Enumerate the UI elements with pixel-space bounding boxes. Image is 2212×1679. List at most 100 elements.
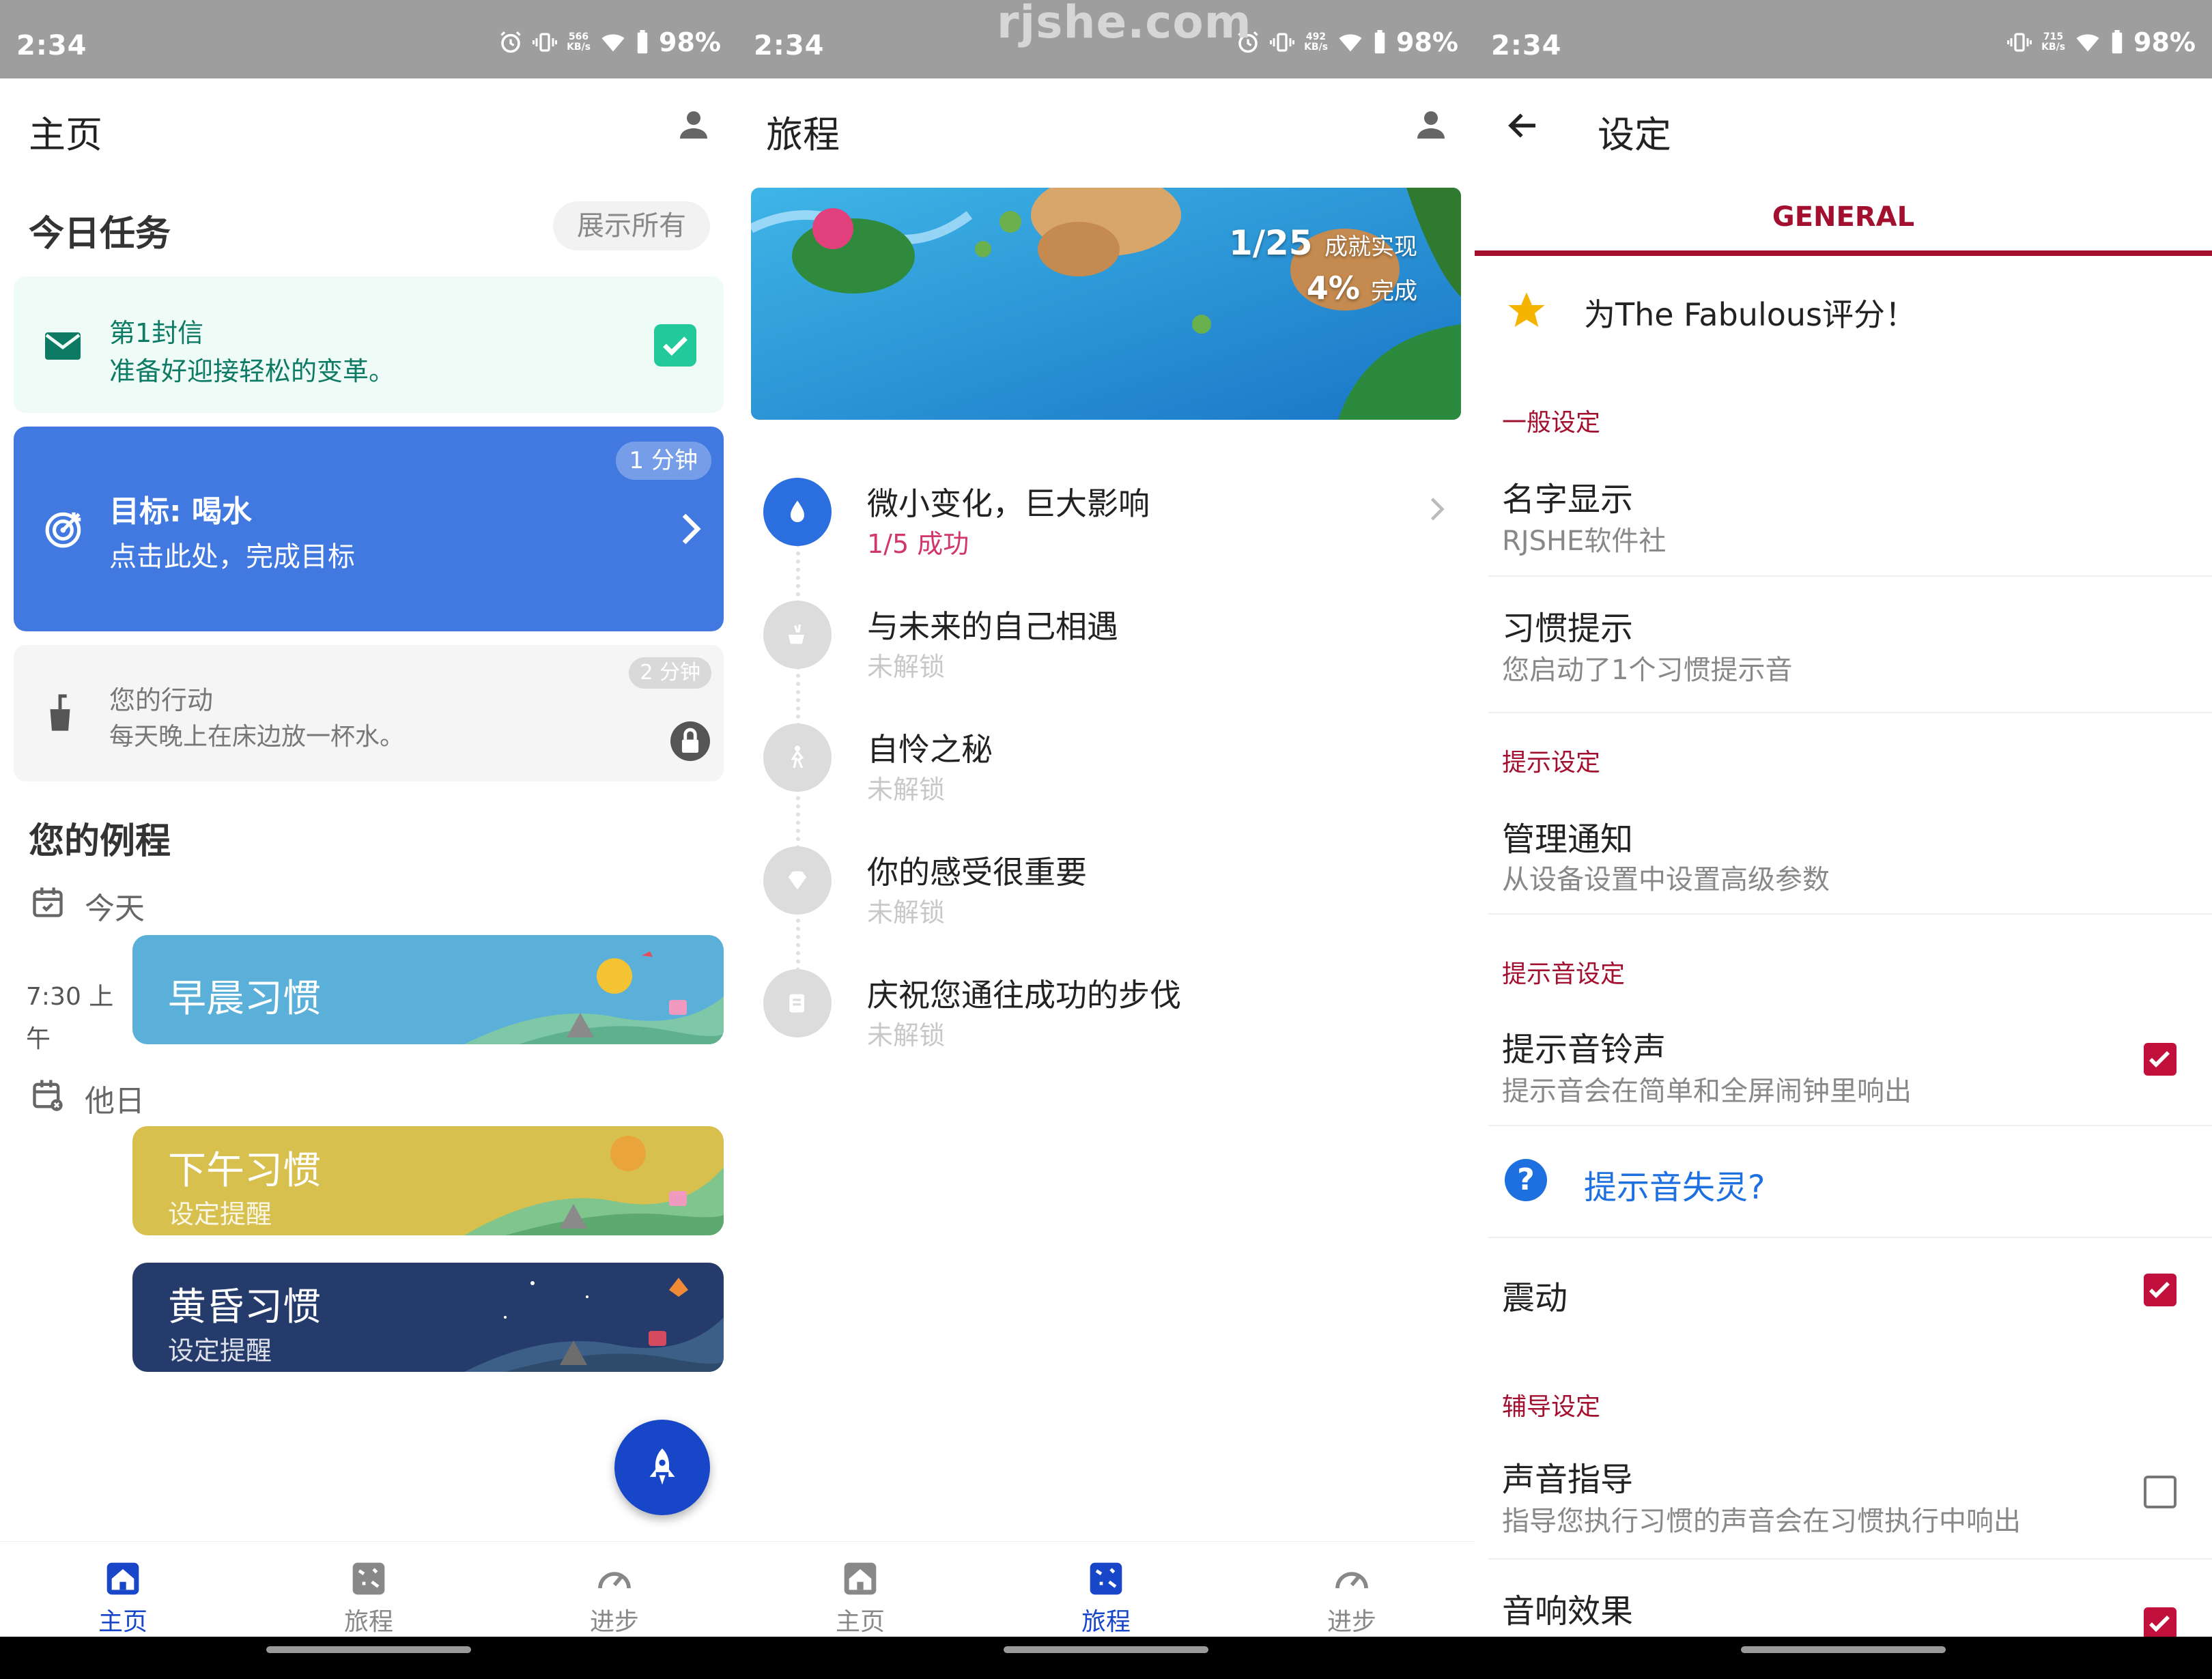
target-icon bbox=[44, 507, 86, 552]
nav-label: 旅程 bbox=[1081, 1608, 1131, 1636]
home-gesture-handle[interactable] bbox=[266, 1646, 471, 1653]
journey-screen: 2:34 492 KB/s 98% 旅程 1/25 成就实现 4% 完成 微小变… bbox=[737, 0, 1475, 1679]
vibrate-icon bbox=[1270, 33, 1295, 52]
home-gesture-handle[interactable] bbox=[1004, 1646, 1208, 1653]
letter-subtitle: 准备好迎接轻松的变革。 bbox=[109, 356, 395, 386]
goal-card[interactable]: 目标: 喝水 点击此处，完成目标 1 分钟 bbox=[14, 427, 724, 631]
category-general: 一般设定 bbox=[1502, 409, 1601, 437]
routine-title: 早晨习惯 bbox=[168, 977, 321, 1021]
setting-value: 指导您执行习惯的声音会在习惯执行中响出 bbox=[1502, 1506, 2021, 1537]
setting-name-display[interactable]: 名字显示 RJSHE软件社 bbox=[1488, 450, 2212, 577]
vibrate-checkbox[interactable] bbox=[2144, 1274, 2176, 1306]
afternoon-illustration bbox=[464, 1136, 724, 1235]
journey-item-status: 未解锁 bbox=[867, 652, 946, 682]
sound-effects-checkbox[interactable] bbox=[2144, 1607, 2176, 1640]
rate-app-item[interactable]: 为The Fabulous评分！ bbox=[1475, 276, 2212, 351]
profile-button[interactable] bbox=[1410, 104, 1451, 148]
setting-ringtone[interactable]: 提示音铃声 提示音会在简单和全屏闹钟里响出 bbox=[1488, 1003, 2212, 1126]
journey-item[interactable]: 庆祝您通往成功的步伐 未解锁 bbox=[737, 969, 1475, 1092]
setting-voice-guidance[interactable]: 声音指导 指导您执行习惯的声音会在习惯执行中响出 bbox=[1488, 1433, 2212, 1560]
nav-home[interactable]: 主页 bbox=[737, 1542, 983, 1637]
vibrate-icon bbox=[2007, 33, 2032, 52]
status-bar: 2:34 715 KB/s 98% bbox=[1475, 0, 2212, 78]
hand-icon bbox=[763, 601, 832, 669]
action-card[interactable]: 您的行动 每天晚上在床边放一杯水。 2 分钟 bbox=[14, 645, 724, 781]
home-icon bbox=[107, 1562, 139, 1595]
voice-guidance-checkbox[interactable] bbox=[2144, 1476, 2176, 1508]
diamond-icon bbox=[763, 846, 832, 915]
setting-vibrate[interactable]: 震动 bbox=[1488, 1238, 2212, 1340]
nav-label: 旅程 bbox=[343, 1608, 393, 1636]
bottom-navigation: 主页 旅程 进步 bbox=[0, 1541, 737, 1637]
system-nav-bar bbox=[0, 1637, 737, 1679]
ringtone-checkbox[interactable] bbox=[2144, 1043, 2176, 1076]
routine-title: 黄昏习惯 bbox=[168, 1285, 321, 1330]
setting-value: RJSHE软件社 bbox=[1502, 526, 1667, 557]
arrow-left-icon bbox=[1508, 113, 1535, 138]
journey-item[interactable]: 自怜之秘 未解锁 bbox=[737, 723, 1475, 846]
wifi-icon bbox=[1339, 34, 1362, 52]
page-title: 设定 bbox=[1598, 113, 1671, 156]
setting-value: 提示音会在简单和全屏闹钟里响出 bbox=[1502, 1076, 1912, 1107]
map-icon bbox=[352, 1562, 385, 1595]
chevron-right-icon bbox=[677, 512, 705, 549]
network-speed: 566 KB/s bbox=[567, 31, 591, 53]
settings-app-bar: 设定 bbox=[1475, 78, 2212, 174]
profile-button[interactable] bbox=[673, 104, 714, 148]
journey-banner[interactable]: 1/25 成就实现 4% 完成 bbox=[751, 188, 1461, 420]
journey-item[interactable]: 微小变化，巨大影响 1/5 成功 bbox=[737, 478, 1475, 601]
other-day-label: 他日 bbox=[85, 1084, 145, 1119]
network-speed: 492 KB/s bbox=[1304, 31, 1329, 53]
journey-item[interactable]: 与未来的自己相遇 未解锁 bbox=[737, 601, 1475, 723]
mail-icon bbox=[44, 331, 82, 364]
battery-level: 98% bbox=[659, 27, 721, 57]
nav-progress[interactable]: 进步 bbox=[492, 1542, 737, 1637]
action-subtitle: 每天晚上在床边放一杯水。 bbox=[109, 723, 405, 751]
category-sound: 提示音设定 bbox=[1502, 960, 1626, 988]
setting-habit-reminder[interactable]: 习惯提示 您启动了1个习惯提示音 bbox=[1488, 577, 2212, 713]
lock-icon bbox=[670, 721, 710, 761]
tab-general[interactable]: GENERAL bbox=[1475, 201, 2212, 233]
home-app-bar: 主页 bbox=[0, 78, 737, 174]
journey-item[interactable]: 你的感受很重要 未解锁 bbox=[737, 846, 1475, 969]
battery-icon bbox=[2112, 30, 2123, 54]
home-gesture-handle[interactable] bbox=[1741, 1646, 1946, 1653]
star-icon bbox=[1508, 292, 1545, 327]
calendar-icon bbox=[33, 887, 63, 917]
sound-help-link[interactable]: ? 提示音失灵? bbox=[1475, 1126, 2212, 1235]
page-title: 主页 bbox=[29, 113, 102, 156]
journey-item-title: 庆祝您通往成功的步伐 bbox=[867, 977, 1181, 1014]
journey-item-status: 未解锁 bbox=[867, 898, 946, 928]
show-all-button[interactable]: 展示所有 bbox=[553, 201, 710, 250]
nav-label: 主页 bbox=[98, 1608, 147, 1636]
evening-routine-card[interactable]: 黄昏习惯 设定提醒 bbox=[132, 1263, 724, 1372]
wifi-icon bbox=[601, 34, 625, 52]
goal-title: 目标: 喝水 bbox=[109, 494, 252, 529]
letter-done-checkbox[interactable] bbox=[654, 324, 696, 367]
letter-card[interactable]: 第1封信 准备好迎接轻松的变革。 bbox=[14, 276, 724, 413]
nav-journey[interactable]: 旅程 bbox=[246, 1542, 492, 1637]
rocket-fab[interactable] bbox=[614, 1420, 710, 1515]
gauge-icon bbox=[1335, 1572, 1368, 1589]
scroll-icon bbox=[763, 969, 832, 1037]
nav-progress[interactable]: 进步 bbox=[1229, 1542, 1475, 1637]
today-label: 今天 bbox=[85, 891, 145, 926]
nav-home[interactable]: 主页 bbox=[0, 1542, 246, 1637]
back-button[interactable] bbox=[1505, 107, 1542, 147]
setting-manage-notifications[interactable]: 管理通知 从设备设置中设置高级参数 bbox=[1488, 792, 2212, 915]
today-tasks-title: 今日任务 bbox=[29, 214, 171, 255]
watermark: rjshe.com bbox=[997, 0, 1252, 48]
setting-value: 从设备设置中设置高级参数 bbox=[1502, 864, 1830, 895]
journey-app-bar: 旅程 bbox=[737, 78, 1475, 174]
nav-label: 主页 bbox=[835, 1608, 885, 1636]
afternoon-routine-card[interactable]: 下午习惯 设定提醒 bbox=[132, 1126, 724, 1235]
home-icon bbox=[844, 1562, 877, 1595]
morning-routine-card[interactable]: 早晨习惯 bbox=[132, 935, 724, 1044]
battery-icon bbox=[1374, 30, 1385, 54]
setting-sound-effects[interactable]: 音响效果 bbox=[1488, 1560, 2212, 1641]
chevron-right-icon bbox=[1427, 496, 1447, 526]
nav-journey[interactable]: 旅程 bbox=[983, 1542, 1229, 1637]
status-bar: 2:34 566 KB/s 98% bbox=[0, 0, 737, 78]
wifi-icon bbox=[2076, 34, 2099, 52]
nav-label: 进步 bbox=[1327, 1608, 1376, 1636]
